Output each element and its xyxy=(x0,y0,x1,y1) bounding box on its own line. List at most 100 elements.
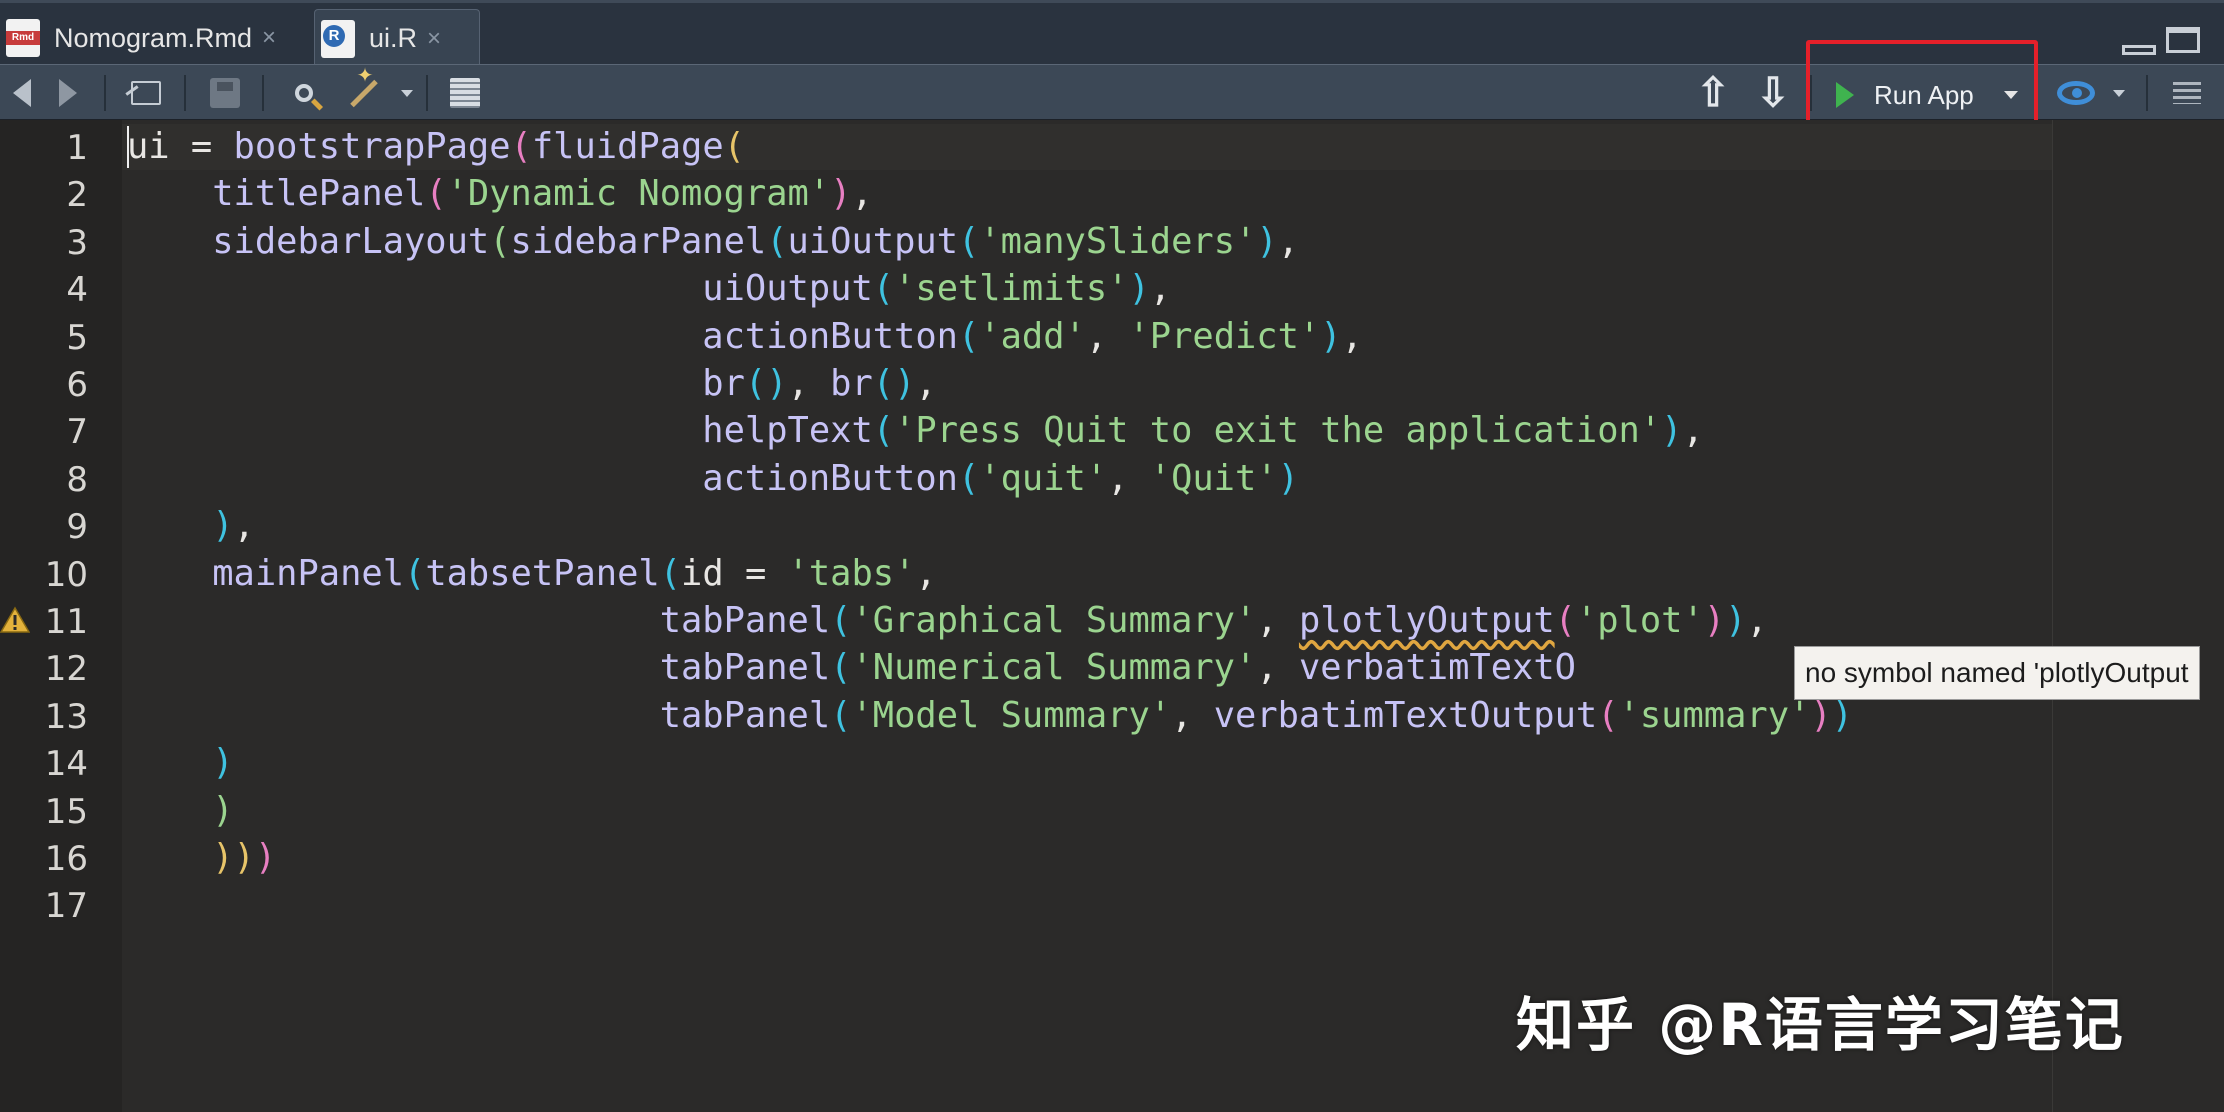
code-token: helpText xyxy=(702,410,873,452)
code-token: ( xyxy=(510,126,532,167)
line-number: 4 xyxy=(66,270,88,311)
code-token: ) xyxy=(212,789,234,831)
search-icon[interactable] xyxy=(286,73,322,113)
code-line: br(), br(), xyxy=(127,361,937,407)
arrow-up-icon[interactable]: ⇧ xyxy=(1696,73,1730,113)
close-tab-icon[interactable]: × xyxy=(262,24,276,52)
tab-label: Nomogram.Rmd xyxy=(54,22,253,53)
document-outline-icon[interactable] xyxy=(2170,73,2204,113)
forward-icon[interactable] xyxy=(54,73,82,113)
code-token: () xyxy=(872,363,916,404)
code-token: ( xyxy=(404,552,426,594)
toolbar-divider xyxy=(184,75,186,111)
print-margin xyxy=(2052,120,2053,1112)
tab-ui-r[interactable]: R ui.R × xyxy=(314,9,480,67)
code-token: ( xyxy=(766,220,788,262)
code-token: 'tabs' xyxy=(787,552,916,594)
code-token: ( xyxy=(830,694,852,736)
code-token: ) xyxy=(233,837,255,878)
line-number: 3 xyxy=(66,222,88,263)
code-token: ) xyxy=(830,173,852,215)
code-token: ) xyxy=(1725,600,1747,641)
code-token: , xyxy=(1682,410,1704,452)
text-cursor xyxy=(127,126,129,168)
code-token: actionButton xyxy=(702,315,958,357)
code-token: , xyxy=(1256,647,1299,689)
code-line: sidebarLayout(sidebarPanel(uiOutput('man… xyxy=(127,219,1299,265)
code-token: uiOutput xyxy=(787,220,959,262)
minimize-pane-icon[interactable] xyxy=(2122,45,2156,55)
code-token: , xyxy=(1149,268,1172,310)
code-token: ( xyxy=(872,410,895,452)
code-token: 'Dynamic Nomogram' xyxy=(446,173,831,215)
tab-label: ui.R xyxy=(369,23,418,53)
compile-report-icon[interactable] xyxy=(448,73,482,113)
code-token: 'Model Summary' xyxy=(851,694,1172,736)
code-line: mainPanel(tabsetPanel(id = 'tabs', xyxy=(127,551,936,597)
code-token: 'Press Quit to exit the application' xyxy=(894,410,1662,452)
arrow-down-icon[interactable]: ⇩ xyxy=(1756,73,1790,113)
code-token: ) xyxy=(1810,694,1832,736)
code-token: , xyxy=(1746,600,1768,641)
show-in-window-icon[interactable] xyxy=(128,73,164,113)
line-number: 13 xyxy=(44,696,88,737)
code-token: ( xyxy=(957,315,980,357)
code-token: 'summary' xyxy=(1618,694,1811,736)
code-token: ( xyxy=(872,268,895,310)
code-line: ui = bootstrapPage(fluidPage( xyxy=(127,124,745,170)
chevron-down-icon[interactable] xyxy=(398,73,416,113)
code-token: , xyxy=(1256,600,1299,641)
toolbar-divider xyxy=(262,75,264,111)
tab-nomogram-rmd[interactable]: Nomogram.Rmd × xyxy=(0,9,310,67)
code-token: br xyxy=(702,363,745,404)
code-token: ) xyxy=(212,742,234,784)
line-number: 17 xyxy=(44,886,88,927)
code-token: ) xyxy=(1703,600,1726,641)
line-number: 16 xyxy=(44,839,88,879)
back-icon[interactable] xyxy=(8,73,36,113)
line-number: 9 xyxy=(66,507,88,548)
line-number: 12 xyxy=(44,649,88,690)
warning-icon[interactable] xyxy=(0,606,30,634)
code-token: uiOutput xyxy=(702,268,873,310)
code-tools-wand-icon[interactable] xyxy=(344,73,384,113)
rstudio-window: Nomogram.Rmd × R ui.R × ⇧ ⇩ xyxy=(0,0,2224,1112)
code-token: ) xyxy=(254,837,277,878)
code-token: 'Predict' xyxy=(1128,315,1321,357)
r-file-icon: R xyxy=(321,19,355,58)
line-number: 7 xyxy=(66,412,88,453)
code-token: ) xyxy=(212,505,234,547)
code-token: verbatimTextOutput xyxy=(1213,694,1598,736)
line-number: 1 xyxy=(66,128,88,168)
code-token: br xyxy=(830,363,873,404)
line-number: 15 xyxy=(44,791,88,832)
code-token: = xyxy=(169,126,234,167)
toolbar-divider xyxy=(2146,75,2148,111)
publish-icon[interactable] xyxy=(2056,73,2096,113)
code-token: ) xyxy=(1128,268,1150,310)
close-tab-icon[interactable]: × xyxy=(427,25,441,53)
code-line: tabPanel('Graphical Summary', plotlyOutp… xyxy=(127,598,1768,644)
code-token: , xyxy=(1341,315,1363,357)
code-token: mainPanel xyxy=(212,552,404,594)
line-number: 2 xyxy=(66,175,88,216)
line-number: 8 xyxy=(66,459,88,500)
chevron-down-icon[interactable] xyxy=(2110,73,2128,113)
save-icon[interactable] xyxy=(208,73,242,113)
code-token: ) xyxy=(1320,315,1342,357)
code-token: tabPanel xyxy=(659,694,831,736)
code-line: titlePanel('Dynamic Nomogram'), xyxy=(127,171,873,217)
code-token: ui xyxy=(127,126,170,167)
code-token: , xyxy=(915,363,937,404)
code-editor[interactable]: 1 2 3 4 5 6 7 8 9 10 11 12 13 14 15 16 17 ui = bootstrap… xyxy=(0,120,2224,1112)
code-token: ( xyxy=(425,173,447,215)
code-line: ) xyxy=(127,740,234,786)
maximize-pane-icon[interactable] xyxy=(2166,27,2200,53)
code-token: ( xyxy=(958,220,980,262)
